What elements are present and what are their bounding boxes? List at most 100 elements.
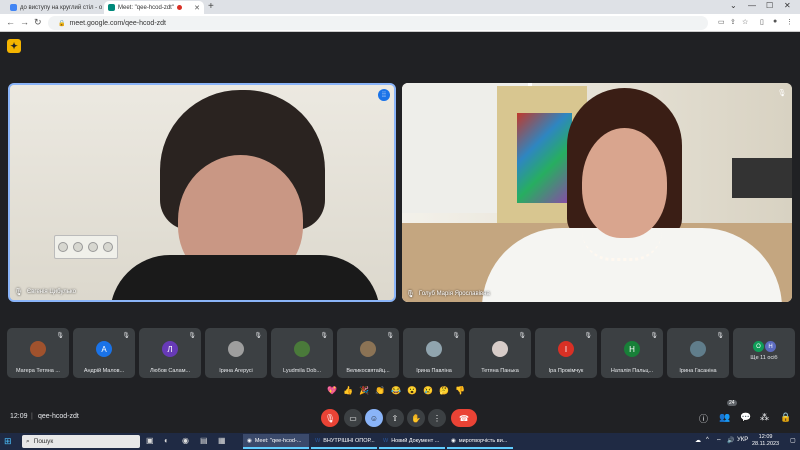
video-tile-speaker[interactable]: ⁞⁞ 🎙 Євгенія Цибулько bbox=[8, 83, 396, 302]
participant-name: Ірина Агерусі bbox=[219, 368, 253, 374]
reaction-surprised-icon[interactable]: 😮 bbox=[406, 386, 418, 395]
participant-name: Любов Салам... bbox=[149, 368, 191, 374]
mic-off-icon: 🎙 bbox=[188, 333, 196, 339]
system-clock[interactable]: 12:09 28.11.2023 bbox=[752, 434, 779, 448]
participant-tile[interactable]: 🎙 Lyudmila Dob... bbox=[271, 328, 333, 378]
docs-favicon-icon bbox=[10, 4, 17, 11]
menu-icon[interactable]: ⋮ bbox=[786, 18, 793, 26]
chevron-down-icon[interactable]: ⌄ bbox=[730, 1, 737, 10]
tab-label: Meet: "qee-hcod-zdt" bbox=[118, 4, 174, 11]
participant-tile[interactable]: 🎙 І Іра Прокімчук bbox=[535, 328, 597, 378]
maximize-icon[interactable]: ☐ bbox=[766, 1, 773, 10]
chevron-up-icon[interactable]: ^ bbox=[706, 437, 709, 443]
windows-start-icon[interactable]: ⊞ bbox=[4, 436, 12, 447]
word-icon: W bbox=[315, 437, 321, 444]
reaction-thumbs-down-icon[interactable]: 👎 bbox=[454, 386, 466, 395]
volume-icon[interactable]: 🔊 bbox=[727, 437, 734, 444]
participant-strip: 🎙 Магера Тетяна ... 🎙 А Андрій Малов... … bbox=[0, 328, 800, 380]
mic-off-icon: 🎙 bbox=[452, 333, 460, 339]
present-button[interactable]: ⇧ bbox=[386, 409, 404, 427]
reaction-thinking-icon[interactable]: 🤔 bbox=[438, 386, 450, 395]
more-options-button[interactable]: ⋮ bbox=[428, 409, 446, 427]
language-indicator[interactable]: УКР bbox=[737, 437, 748, 443]
avatar bbox=[360, 341, 376, 357]
network-icon[interactable]: ⌔ bbox=[716, 437, 722, 445]
store-icon[interactable]: ▦ bbox=[218, 436, 226, 445]
url-input[interactable]: 🔒 meet.google.com/qee-hcod-zdt bbox=[48, 16, 708, 30]
reaction-laugh-icon[interactable]: 😂 bbox=[390, 386, 402, 395]
camera-toggle-button[interactable]: ▭ bbox=[344, 409, 362, 427]
taskbar-app-word[interactable]: W Новий Документ ... bbox=[379, 434, 445, 449]
taskbar-app-meet[interactable]: ◉ Meet: "qee-hcod-... bbox=[243, 434, 309, 449]
profile-icon[interactable]: ● bbox=[773, 18, 777, 25]
cast-icon[interactable]: ▭ bbox=[718, 18, 725, 26]
edge-icon[interactable]: ◐ bbox=[164, 436, 169, 445]
window-close-icon[interactable]: ✕ bbox=[784, 1, 791, 10]
share-icon[interactable]: ⇪ bbox=[730, 18, 736, 26]
participant-name: Наталія Пальц... bbox=[610, 368, 654, 374]
participant-tile[interactable]: 🎙 А Андрій Малов... bbox=[73, 328, 135, 378]
search-icon: ⌕ bbox=[26, 437, 30, 445]
video-tile[interactable]: 🎙 🎙 Голуб Марія Ярославівна bbox=[402, 83, 792, 302]
back-icon[interactable]: ← bbox=[6, 17, 15, 27]
participant-tile[interactable]: 🎙 Н Наталія Пальц... bbox=[601, 328, 663, 378]
host-controls-icon[interactable]: 🔒 bbox=[780, 412, 791, 423]
taskbar-app-chrome[interactable]: ◉ миротворчість ви... bbox=[447, 434, 513, 449]
chrome-icon: ◉ bbox=[247, 437, 252, 444]
browser-tab-active[interactable]: Meet: "qee-hcod-zdt" ✕ bbox=[104, 1, 204, 14]
participant-tile[interactable]: 🎙 Магера Тетяна ... bbox=[7, 328, 69, 378]
others-tile[interactable]: О Н Ще 11 осіб bbox=[733, 328, 795, 378]
mic-off-icon: 🎙 bbox=[584, 333, 592, 339]
taskbar-search-input[interactable]: ⌕ Пошук bbox=[22, 435, 140, 448]
info-icon[interactable]: ⓘ bbox=[699, 412, 708, 425]
activities-icon[interactable]: ⁂ bbox=[760, 412, 769, 423]
recording-icon bbox=[176, 5, 182, 10]
minimize-icon[interactable]: — bbox=[748, 1, 756, 10]
chat-icon[interactable]: 💬 bbox=[740, 412, 751, 423]
mic-toggle-button[interactable]: 🎙 bbox=[321, 409, 339, 427]
hangup-icon: ☎ bbox=[459, 413, 469, 423]
raise-hand-button[interactable]: ✋ bbox=[407, 409, 425, 427]
close-icon[interactable]: ✕ bbox=[194, 4, 200, 12]
participant-tile[interactable]: 🎙 Тетяна Панька bbox=[469, 328, 531, 378]
leave-call-button[interactable]: ☎ bbox=[451, 409, 477, 427]
notifications-icon[interactable]: ▢ bbox=[790, 437, 796, 444]
meet-favicon-icon bbox=[108, 4, 115, 11]
task-view-icon[interactable]: ▣ bbox=[146, 436, 154, 445]
participant-tile[interactable]: 🎙 Ірина Павліна bbox=[403, 328, 465, 378]
mic-off-icon: 🎙 bbox=[324, 413, 336, 423]
people-icon[interactable]: 👥 bbox=[719, 412, 730, 423]
mic-off-icon: 🎙 bbox=[650, 333, 658, 339]
reactions-button[interactable]: ☺ bbox=[365, 409, 383, 427]
participant-tile[interactable]: 🎙 Л Любов Салам... bbox=[139, 328, 201, 378]
browser-tab-bar: до виступу на круглий стіл - о ✕ Meet: "… bbox=[0, 0, 800, 14]
reaction-sad-icon[interactable]: 😢 bbox=[422, 386, 434, 395]
reaction-heart-icon[interactable]: 💖 bbox=[326, 386, 338, 395]
taskbar-app-word[interactable]: W ВНУТРІШНІ ОПОР... bbox=[311, 434, 377, 449]
avatar bbox=[492, 341, 508, 357]
mic-off-icon: 🎙 bbox=[716, 333, 724, 339]
participant-tile[interactable]: 🎙 Ірина Гасаніна bbox=[667, 328, 729, 378]
star-icon[interactable]: ☆ bbox=[742, 18, 748, 26]
participant-tile[interactable]: 🎙 Ірина Агерусі bbox=[205, 328, 267, 378]
reaction-thumbs-up-icon[interactable]: 👍 bbox=[342, 386, 354, 395]
participant-name: Андрій Малов... bbox=[83, 368, 125, 374]
forward-icon[interactable]: → bbox=[20, 17, 29, 27]
reaction-clap-icon[interactable]: 👏 bbox=[374, 386, 386, 395]
clock-date: 28.11.2023 bbox=[752, 441, 780, 447]
participant-namebar: 🎙 Голуб Марія Ярославівна bbox=[406, 290, 490, 298]
participant-tile[interactable]: 🎙 Великосвятайц... bbox=[337, 328, 399, 378]
avatar: Л bbox=[162, 341, 178, 357]
avatar: І bbox=[558, 341, 574, 357]
reaction-party-icon[interactable]: 🎉 bbox=[358, 386, 370, 395]
reload-icon[interactable]: ↻ bbox=[34, 17, 42, 28]
new-tab-icon[interactable]: + bbox=[208, 1, 214, 12]
speaking-indicator-icon: ⁞⁞ bbox=[378, 89, 390, 101]
participant-name: Ірина Гасаніна bbox=[679, 368, 717, 374]
sidepanel-icon[interactable]: ▯ bbox=[760, 18, 764, 26]
browser-tab[interactable]: до виступу на круглий стіл - о ✕ bbox=[6, 1, 106, 14]
file-explorer-icon[interactable]: ▤ bbox=[200, 436, 208, 445]
weather-icon[interactable]: ☁ bbox=[695, 437, 701, 444]
participant-name: Великосвятайц... bbox=[346, 368, 390, 374]
chrome-icon[interactable]: ◉ bbox=[182, 436, 189, 445]
